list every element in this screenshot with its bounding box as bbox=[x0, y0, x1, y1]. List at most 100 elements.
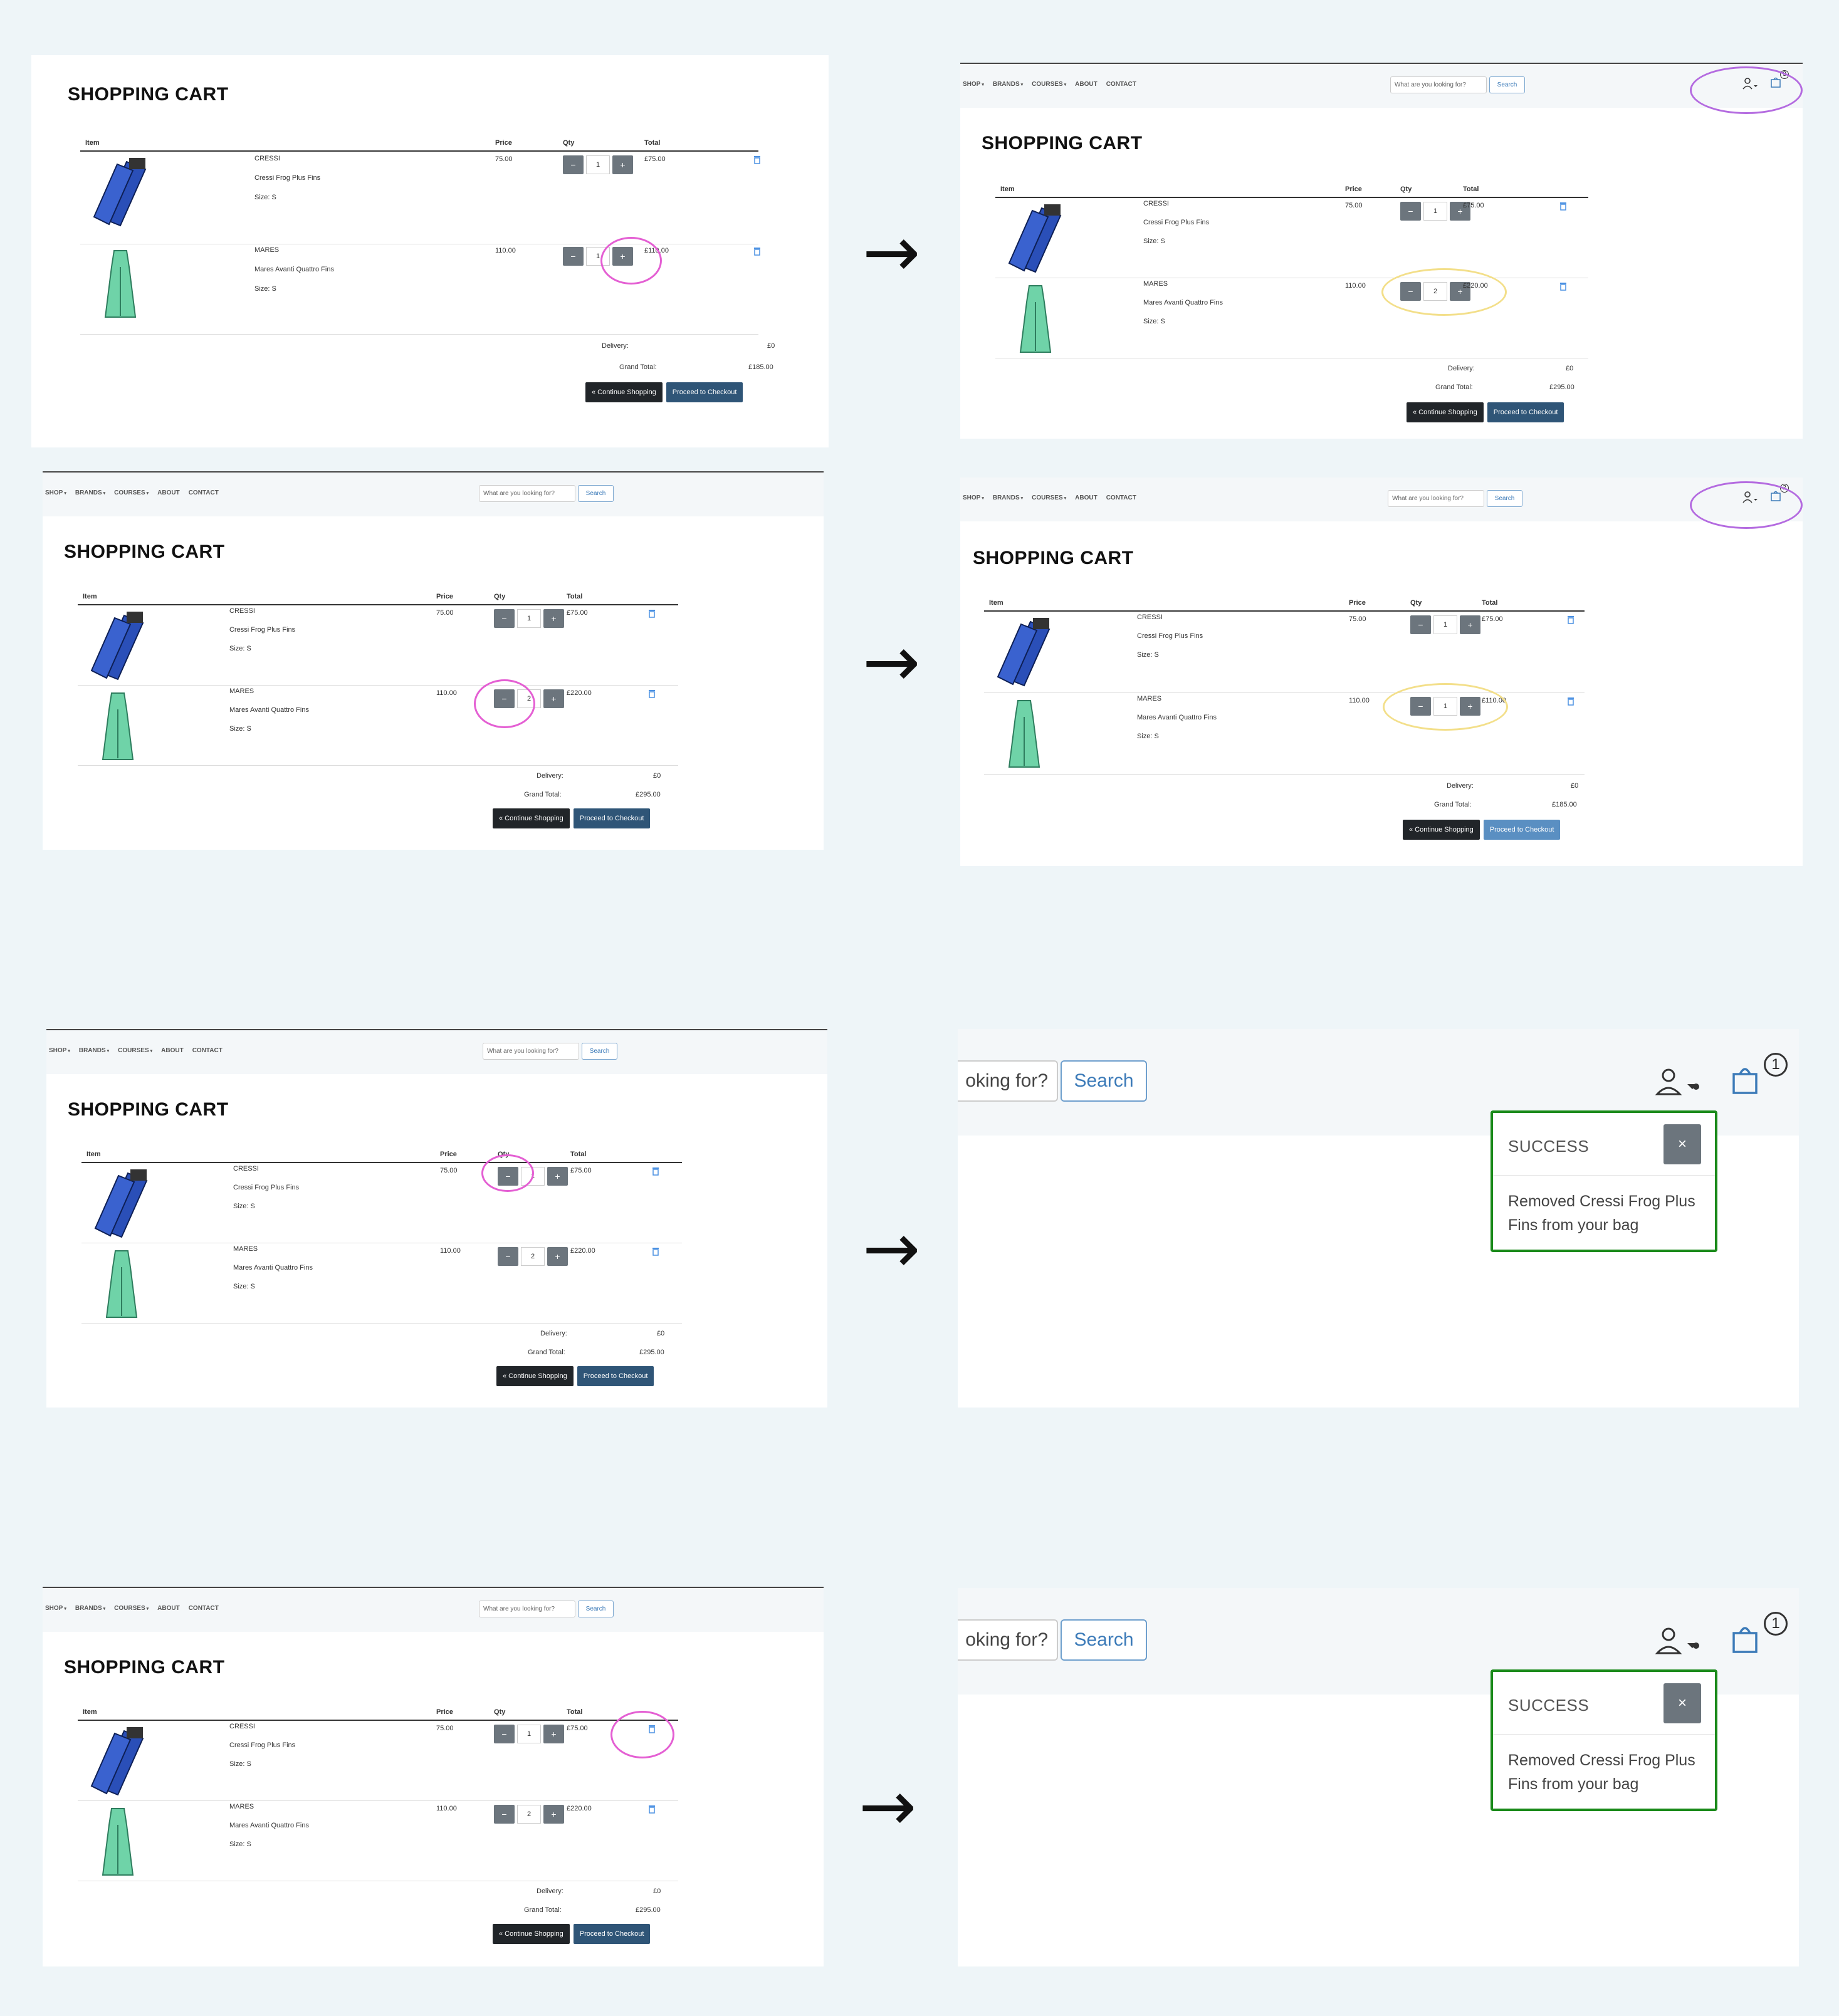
increment-button[interactable]: + bbox=[543, 689, 564, 708]
user-icon[interactable] bbox=[1655, 1068, 1705, 1097]
user-icon[interactable] bbox=[1742, 77, 1759, 90]
menu-about[interactable]: ABOUT bbox=[157, 489, 180, 496]
decrement-button[interactable]: − bbox=[563, 247, 584, 266]
search-input[interactable]: oking for? bbox=[958, 1060, 1058, 1102]
quantity-stepper[interactable]: −1 + bbox=[1410, 615, 1480, 634]
quantity-input[interactable]: 2 bbox=[1423, 282, 1447, 301]
decrement-button[interactable]: − bbox=[494, 689, 515, 708]
decrement-button[interactable]: − bbox=[1410, 615, 1431, 634]
close-button[interactable]: × bbox=[1663, 1124, 1701, 1164]
menu-courses[interactable]: COURSES ▾ bbox=[1032, 81, 1066, 88]
menu-shop[interactable]: SHOP ▾ bbox=[963, 81, 984, 88]
trash-icon[interactable] bbox=[1559, 202, 1567, 211]
user-icon[interactable] bbox=[1655, 1627, 1705, 1656]
increment-button[interactable]: + bbox=[543, 1725, 564, 1743]
quantity-input[interactable]: 1 bbox=[1423, 202, 1447, 221]
trash-icon[interactable] bbox=[648, 1725, 656, 1733]
menu-shop[interactable]: SHOP ▾ bbox=[45, 489, 66, 496]
checkout-button[interactable]: Proceed to Checkout bbox=[666, 382, 743, 402]
increment-button[interactable]: + bbox=[1460, 615, 1480, 634]
quantity-stepper[interactable]: −2 + bbox=[494, 1805, 564, 1824]
menu-brands[interactable]: BRANDS ▾ bbox=[75, 1605, 105, 1612]
increment-button[interactable]: + bbox=[543, 609, 564, 628]
quantity-stepper[interactable]: −2 + bbox=[498, 1247, 568, 1266]
menu-contact[interactable]: CONTACT bbox=[189, 489, 219, 496]
search-input[interactable]: What are you looking for? bbox=[479, 1601, 575, 1617]
quantity-input[interactable]: 1 bbox=[1433, 697, 1457, 716]
menu-courses[interactable]: COURSES ▾ bbox=[1032, 494, 1066, 501]
quantity-stepper[interactable]: −1 + bbox=[498, 1167, 568, 1186]
menu-brands[interactable]: BRANDS ▾ bbox=[993, 494, 1023, 501]
menu-about[interactable]: ABOUT bbox=[1075, 494, 1098, 501]
bag-icon[interactable]: 3 bbox=[1770, 70, 1789, 90]
checkout-button[interactable]: Proceed to Checkout bbox=[1487, 402, 1564, 422]
menu-contact[interactable]: CONTACT bbox=[189, 1605, 219, 1612]
quantity-input[interactable]: 1 bbox=[586, 247, 610, 266]
quantity-stepper[interactable]: −1 + bbox=[1410, 697, 1480, 716]
trash-icon[interactable] bbox=[648, 1805, 656, 1814]
quantity-stepper[interactable]: −1 + bbox=[563, 247, 633, 266]
checkout-button[interactable]: Proceed to Checkout bbox=[577, 1366, 654, 1386]
quantity-input[interactable]: 1 bbox=[521, 1167, 545, 1186]
increment-button[interactable]: + bbox=[547, 1247, 568, 1266]
increment-button[interactable]: + bbox=[612, 155, 633, 174]
continue-shopping-button[interactable]: « Continue Shopping bbox=[493, 1924, 570, 1944]
trash-icon[interactable] bbox=[652, 1167, 659, 1176]
increment-button[interactable]: + bbox=[547, 1167, 568, 1186]
increment-button[interactable]: + bbox=[1460, 697, 1480, 716]
trash-icon[interactable] bbox=[1567, 697, 1574, 706]
menu-about[interactable]: ABOUT bbox=[161, 1047, 184, 1054]
quantity-stepper[interactable]: −1 + bbox=[494, 609, 564, 628]
quantity-input[interactable]: 1 bbox=[517, 609, 541, 628]
continue-shopping-button[interactable]: « Continue Shopping bbox=[1407, 402, 1484, 422]
continue-shopping-button[interactable]: « Continue Shopping bbox=[496, 1366, 574, 1386]
menu-contact[interactable]: CONTACT bbox=[192, 1047, 223, 1054]
checkout-button[interactable]: Proceed to Checkout bbox=[573, 808, 651, 828]
search-button[interactable]: Search bbox=[1489, 76, 1525, 93]
menu-about[interactable]: ABOUT bbox=[1075, 81, 1098, 88]
decrement-button[interactable]: − bbox=[494, 609, 515, 628]
increment-button[interactable]: + bbox=[543, 1805, 564, 1824]
menu-courses[interactable]: COURSES ▾ bbox=[114, 489, 149, 496]
search-input[interactable]: What are you looking for? bbox=[1388, 490, 1484, 507]
trash-icon[interactable] bbox=[648, 609, 656, 618]
decrement-button[interactable]: − bbox=[498, 1167, 518, 1186]
menu-about[interactable]: ABOUT bbox=[157, 1605, 180, 1612]
quantity-input[interactable]: 1 bbox=[1433, 615, 1457, 634]
quantity-stepper[interactable]: −1 + bbox=[563, 155, 633, 174]
quantity-input[interactable]: 1 bbox=[586, 155, 610, 174]
menu-brands[interactable]: BRANDS ▾ bbox=[75, 489, 105, 496]
search-input[interactable]: What are you looking for? bbox=[479, 485, 575, 502]
decrement-button[interactable]: − bbox=[498, 1247, 518, 1266]
search-input[interactable]: What are you looking for? bbox=[1390, 76, 1487, 93]
continue-shopping-button[interactable]: « Continue Shopping bbox=[585, 382, 663, 402]
decrement-button[interactable]: − bbox=[494, 1725, 515, 1743]
continue-shopping-button[interactable]: « Continue Shopping bbox=[1403, 820, 1480, 840]
search-button[interactable]: Search bbox=[1487, 490, 1522, 507]
menu-contact[interactable]: CONTACT bbox=[1106, 494, 1136, 501]
decrement-button[interactable]: − bbox=[1400, 282, 1421, 301]
menu-brands[interactable]: BRANDS ▾ bbox=[79, 1047, 109, 1054]
quantity-stepper[interactable]: −2 + bbox=[1400, 282, 1470, 301]
bag-icon[interactable]: 2 bbox=[1770, 484, 1789, 504]
quantity-stepper[interactable]: −1 + bbox=[1400, 202, 1470, 221]
checkout-button[interactable]: Proceed to Checkout bbox=[1483, 820, 1561, 840]
bag-icon[interactable] bbox=[1731, 1623, 1759, 1653]
search-button[interactable]: Search bbox=[582, 1043, 617, 1060]
quantity-stepper[interactable]: −1 + bbox=[494, 1725, 564, 1743]
search-button[interactable]: Search bbox=[578, 485, 614, 502]
checkout-button[interactable]: Proceed to Checkout bbox=[573, 1924, 651, 1944]
continue-shopping-button[interactable]: « Continue Shopping bbox=[493, 808, 570, 828]
trash-icon[interactable] bbox=[753, 155, 761, 164]
search-button[interactable]: Search bbox=[1061, 1619, 1147, 1661]
bag-icon[interactable] bbox=[1731, 1064, 1759, 1094]
trash-icon[interactable] bbox=[1567, 615, 1574, 624]
menu-contact[interactable]: CONTACT bbox=[1106, 81, 1136, 88]
menu-brands[interactable]: BRANDS ▾ bbox=[993, 81, 1023, 88]
search-input[interactable]: What are you looking for? bbox=[483, 1043, 579, 1060]
trash-icon[interactable] bbox=[1559, 282, 1567, 291]
decrement-button[interactable]: − bbox=[494, 1805, 515, 1824]
menu-shop[interactable]: SHOP ▾ bbox=[45, 1605, 66, 1612]
close-button[interactable]: × bbox=[1663, 1683, 1701, 1723]
decrement-button[interactable]: − bbox=[563, 155, 584, 174]
